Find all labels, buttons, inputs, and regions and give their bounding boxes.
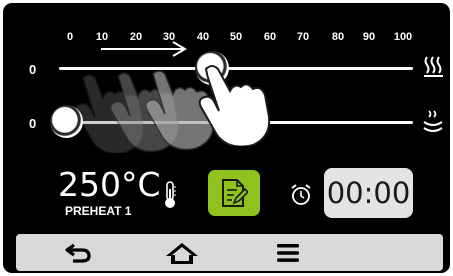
home-icon [166,242,198,264]
slider-steam-label: 0 [29,116,37,131]
power-scale: 0 10 20 30 40 50 60 70 80 90 100 [3,30,450,46]
edit-program-button[interactable] [208,170,260,216]
oven-control-screen: 0 10 20 30 40 50 60 70 80 90 100 0 0 250… [0,0,453,276]
top-heating-element-icon [424,56,443,77]
scale-tick: 100 [393,31,413,43]
scale-tick: 70 [296,31,310,43]
pointing-hand-icon [198,65,271,146]
drag-direction-arrow-icon [101,41,187,57]
bottom-navigation-bar [16,234,443,271]
scale-tick: 60 [263,31,277,43]
scale-tick: 80 [331,31,345,43]
slider-top-heat-label: 0 [29,62,37,77]
scale-tick: 0 [66,31,74,43]
hamburger-menu-icon [277,243,299,262]
slider-steam-knob[interactable] [50,105,83,138]
thermometer-icon [165,181,176,208]
temperature-value: 250°C [58,165,161,204]
home-button[interactable] [147,234,217,271]
alarm-clock-icon [291,184,311,205]
steam-icon [423,110,443,132]
back-arrow-icon [65,243,91,263]
timer-display[interactable]: 00:00 [324,168,413,218]
scale-tick: 40 [196,31,210,43]
back-button[interactable] [43,234,113,271]
preheat-mode-label: PREHEAT 1 [65,204,132,218]
edit-document-icon [222,179,248,207]
scale-tick: 90 [362,31,376,43]
scale-tick: 50 [229,31,243,43]
menu-button[interactable] [253,234,323,271]
